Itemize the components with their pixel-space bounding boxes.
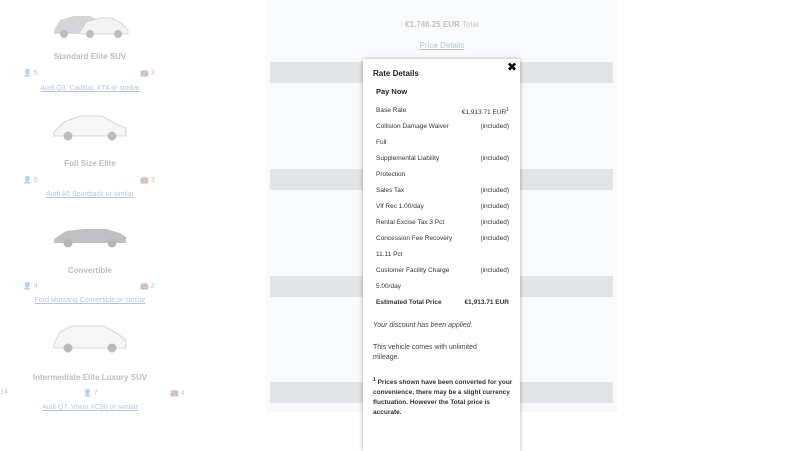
vehicle-name: Full Size Elite	[64, 159, 116, 168]
car-image	[50, 6, 130, 40]
rate-label: Collision Damage Waiver	[376, 123, 449, 130]
vehicle-name: Intermediate Elite Luxury SUV	[32, 373, 148, 382]
estimated-total-row: Estimated Total Price €1,913.71 EUR	[376, 295, 509, 311]
rate-value: (included)	[480, 219, 509, 226]
rate-row: Concession Fee Recovery (included)	[376, 231, 509, 247]
passenger-count: 👤 5	[23, 176, 38, 185]
bag-count: 💼 3	[140, 176, 155, 185]
rate-row: Supplemental Liability (included)	[376, 151, 509, 167]
passenger-count: 👤 5	[23, 69, 38, 78]
rate-row: 11.11 Pct	[376, 247, 509, 263]
rate-label: 11.11 Pct	[376, 251, 403, 258]
mileage-note: This vehicle comes with unlimited mileag…	[373, 344, 477, 361]
person-icon: 👤	[23, 177, 32, 184]
rate-label: Estimated Total Price	[376, 299, 442, 306]
rate-row: Collision Damage Waiver (included)	[376, 119, 509, 135]
suitcase-icon: 💼	[170, 390, 179, 397]
rate-table: Base Rate €1,913.71 EUR1 Collision Damag…	[376, 103, 509, 311]
bag-count: 💼 3	[140, 69, 155, 78]
person-icon: 👤	[23, 70, 32, 77]
rate-value: €1,913.71 EUR	[464, 299, 509, 306]
close-icon[interactable]: ✖	[506, 61, 518, 73]
pay-now-heading: Pay Now	[376, 87, 408, 96]
rate-value: (included)	[480, 267, 509, 274]
rate-row: Full	[376, 135, 509, 151]
rate-value: (included)	[480, 203, 509, 210]
rate-value: (included)	[480, 187, 509, 194]
rate-label: Base Rate	[376, 107, 407, 114]
rate-row: Rental Excise Tax 3 Pct (included)	[376, 215, 509, 231]
rate-label: Protection	[376, 171, 406, 178]
person-icon: 👤	[83, 390, 92, 397]
vehicle-name: Convertible	[67, 266, 112, 275]
rate-value: (included)	[480, 235, 509, 242]
rate-label: Rental Excise Tax 3 Pct	[376, 219, 445, 226]
rate-value: (included)	[480, 155, 509, 162]
suitcase-icon: 💼	[140, 283, 149, 290]
rate-label: Customer Facility Charge	[376, 267, 450, 274]
vehicle-name: Standard Elite SUV	[53, 52, 127, 61]
rate-label: 5.00/day	[376, 283, 401, 290]
currency-footnote: 1 Prices shown have been converted for y…	[373, 377, 513, 417]
passenger-count: 👤 7	[83, 389, 98, 398]
rate-label: Full	[376, 139, 387, 146]
vehicle-similar-link[interactable]: Ford Mustang Convertible or similar	[0, 297, 180, 304]
total-price: €1,746.25 EUR Total	[405, 20, 479, 29]
rate-details-modal: Rate Details ✖ Pay Now Base Rate €1,913.…	[363, 59, 520, 451]
rate-label: Concession Fee Recovery	[376, 235, 453, 242]
rate-row: Vlf Rec 1.00/day (included)	[376, 199, 509, 215]
vehicle-similar-link[interactable]: Audi Q3, Cadillac XT4 or similar	[0, 85, 180, 92]
car-image	[50, 215, 130, 249]
rate-row: Customer Facility Charge (included)	[376, 263, 509, 279]
rate-row: 5.00/day	[376, 279, 509, 295]
discount-note: Your discount has been applied.	[373, 322, 473, 329]
rate-row: Protection	[376, 167, 509, 183]
suitcase-icon: 💼	[140, 177, 149, 184]
bag-count: 💼 2	[140, 282, 155, 291]
car-image	[50, 320, 130, 354]
vehicle-similar-link[interactable]: Audi A5 Sportback or similar	[0, 191, 180, 198]
modal-title: Rate Details	[373, 69, 419, 78]
rate-value: (included)	[480, 123, 509, 130]
passenger-count: 👤 4	[23, 282, 38, 291]
suitcase-icon: 💼	[140, 70, 149, 77]
rate-label: Supplemental Liability	[376, 155, 440, 162]
extra-count: 14	[0, 389, 8, 396]
bag-count: 💼 4	[170, 389, 185, 398]
vehicle-similar-link[interactable]: Audi Q7, Volvo XC90 or similar	[0, 404, 180, 411]
rate-row: Sales Tax (included)	[376, 183, 509, 199]
rate-label: Vlf Rec 1.00/day	[376, 203, 424, 210]
price-details-link[interactable]: Price Details	[266, 41, 618, 50]
rate-row: Base Rate €1,913.71 EUR1	[376, 103, 509, 119]
rate-value: €1,913.71 EUR1	[461, 107, 509, 117]
rate-label: Sales Tax	[376, 187, 405, 194]
person-icon: 👤	[23, 283, 32, 290]
car-image	[50, 108, 130, 142]
